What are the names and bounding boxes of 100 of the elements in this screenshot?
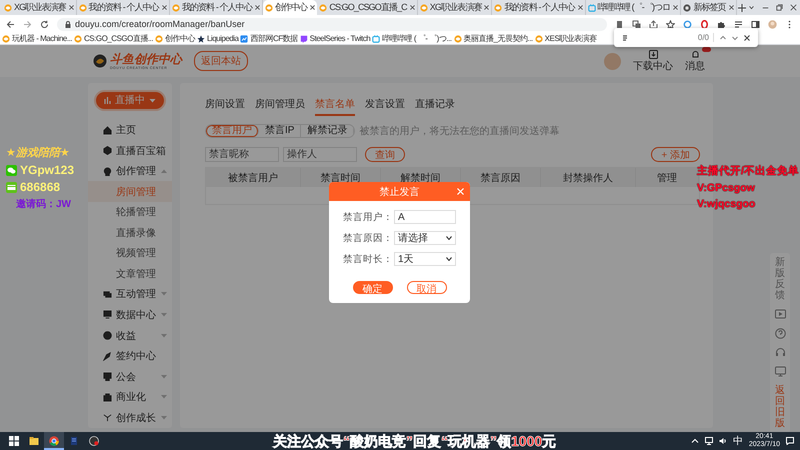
star-icon[interactable]: [666, 20, 675, 28]
promo-banner-text: 关注公众号“酸奶电竞”回复“玩机器”领1000元: [273, 432, 556, 450]
menu-item[interactable]: 收益: [88, 325, 172, 346]
bookmark[interactable]: 奥丽直播_无畏契约...: [454, 33, 533, 44]
close-icon[interactable]: [790, 4, 797, 11]
submenu-item[interactable]: 直播录像: [88, 222, 172, 244]
menu-item[interactable]: 互动管理: [88, 284, 172, 305]
tab[interactable]: 房间设置: [205, 97, 245, 116]
restore-icon[interactable]: [776, 4, 783, 11]
playlist-icon[interactable]: [734, 20, 743, 28]
speaker-icon[interactable]: [718, 437, 727, 445]
bookmark[interactable]: 创作中心: [154, 33, 195, 44]
tv-icon: [372, 34, 380, 42]
folder-icon[interactable]: [29, 436, 39, 446]
cancel-button[interactable]: 取消: [406, 281, 446, 294]
bookmark[interactable]: 西部网CF数据: [240, 33, 298, 44]
input-method-indicator[interactable]: 中: [732, 434, 743, 448]
bookmark[interactable]: XES职业表演赛: [534, 33, 597, 44]
card-icon: [6, 182, 17, 192]
tab[interactable]: 发言设置: [365, 97, 405, 116]
back-arrow-icon[interactable]: [6, 20, 15, 28]
bookmark[interactable]: Liquipedia: [196, 34, 238, 43]
bookmark[interactable]: 玩机器 - Machine...: [2, 33, 72, 44]
chevron-up-icon[interactable]: [690, 437, 699, 445]
select-field[interactable]: 1天: [394, 252, 456, 266]
menu-item[interactable]: 签约中心: [88, 346, 172, 366]
notification-icon[interactable]: [786, 437, 794, 445]
messages-label[interactable]: 消息: [685, 58, 705, 72]
fish-icon: [172, 4, 180, 12]
address-bar[interactable]: douyu.com/creator/roomManager/banUser: [57, 18, 607, 30]
overlay-text: V:GPcsgow: [697, 182, 756, 194]
close-icon[interactable]: [410, 5, 415, 10]
menu-item[interactable]: 创作成长: [88, 407, 172, 428]
chevron-down-icon: [446, 257, 452, 261]
monitor-icon[interactable]: [774, 366, 786, 377]
confirm-button[interactable]: 确定: [352, 281, 392, 294]
submenu-item[interactable]: 轮播管理: [88, 202, 172, 223]
close-icon[interactable]: [728, 5, 734, 10]
network-icon[interactable]: [704, 437, 713, 445]
reload-icon[interactable]: [40, 20, 49, 28]
tab[interactable]: 直播记录: [415, 97, 455, 116]
bell-icon[interactable]: [690, 50, 700, 58]
help-icon[interactable]: [774, 328, 786, 339]
logo-icon[interactable]: [93, 54, 107, 68]
translate-icon[interactable]: [632, 20, 641, 28]
globe-icon: [683, 4, 692, 12]
submenu-item[interactable]: 视频管理: [88, 243, 172, 264]
bookmark[interactable]: SteelSeries - Twitch: [300, 34, 370, 43]
overlay-text: ★游戏陪陪★: [6, 146, 70, 160]
column-header: 被禁言用户: [206, 168, 302, 187]
bookmark[interactable]: 哔哩哔哩 ( ゜- ゜)つ...: [372, 33, 452, 44]
menu-item[interactable]: 商业化: [88, 386, 172, 408]
fish-icon: [420, 4, 428, 12]
new-tab-icon[interactable]: [738, 4, 746, 12]
bookmark[interactable]: CS:GO_CSGO直播...: [74, 33, 153, 44]
menu-item[interactable]: 主页: [88, 120, 172, 140]
download-icon[interactable]: [648, 50, 658, 58]
input-field[interactable]: A: [394, 210, 456, 224]
windows-icon[interactable]: [9, 436, 19, 446]
overlay-text: 686868: [20, 180, 60, 194]
fish-icon: [494, 4, 502, 12]
select-field[interactable]: 请选择: [394, 231, 456, 245]
close-icon[interactable]: [162, 5, 167, 10]
close-icon[interactable]: [484, 5, 490, 10]
chevron-down-icon: [446, 236, 452, 240]
puzzle-icon[interactable]: [717, 20, 726, 28]
tab[interactable]: 房间管理员: [255, 97, 305, 116]
chevron-down-icon[interactable]: [732, 34, 738, 40]
chat-bubble-icon: [300, 34, 308, 42]
download-center-label[interactable]: 下载中心: [633, 58, 673, 72]
document-icon[interactable]: [615, 20, 624, 28]
sidebar-icon[interactable]: [751, 20, 760, 28]
menu-item[interactable]: 数据中心: [88, 304, 172, 326]
close-icon[interactable]: [744, 34, 750, 40]
document-icon[interactable]: [69, 436, 79, 446]
submenu-item[interactable]: 文章管理: [88, 264, 172, 284]
text-cursor-icon: [622, 34, 628, 40]
filter-field[interactable]: 操作人: [283, 147, 357, 162]
field-label: 禁言用户：: [343, 210, 393, 224]
play-icon[interactable]: [774, 309, 786, 320]
share-icon[interactable]: [649, 20, 658, 28]
chevron-down-icon[interactable]: [748, 4, 755, 11]
menu-item[interactable]: 直播百宝箱: [88, 140, 172, 161]
menu-item[interactable]: 创作管理: [88, 160, 172, 182]
close-icon[interactable]: [254, 5, 260, 10]
column-header: 封禁操作人: [540, 168, 636, 187]
headset-icon[interactable]: [774, 347, 786, 358]
overlay-text: 主播代开/不出金免单: [697, 164, 799, 178]
record-icon[interactable]: [89, 436, 99, 446]
fish-icon: [4, 4, 12, 12]
browser-icon[interactable]: [49, 436, 59, 446]
close-icon[interactable]: [578, 5, 583, 10]
close-icon[interactable]: [310, 5, 316, 10]
fish-icon: [264, 4, 273, 12]
browser-tab[interactable]: 创作中心: [262, 0, 318, 15]
close-icon[interactable]: [68, 5, 74, 10]
menu-item[interactable]: 公会: [88, 366, 172, 387]
filter-field[interactable]: 禁言昵称: [205, 147, 279, 162]
fish-icon: [319, 4, 328, 12]
close-icon[interactable]: [673, 5, 678, 10]
